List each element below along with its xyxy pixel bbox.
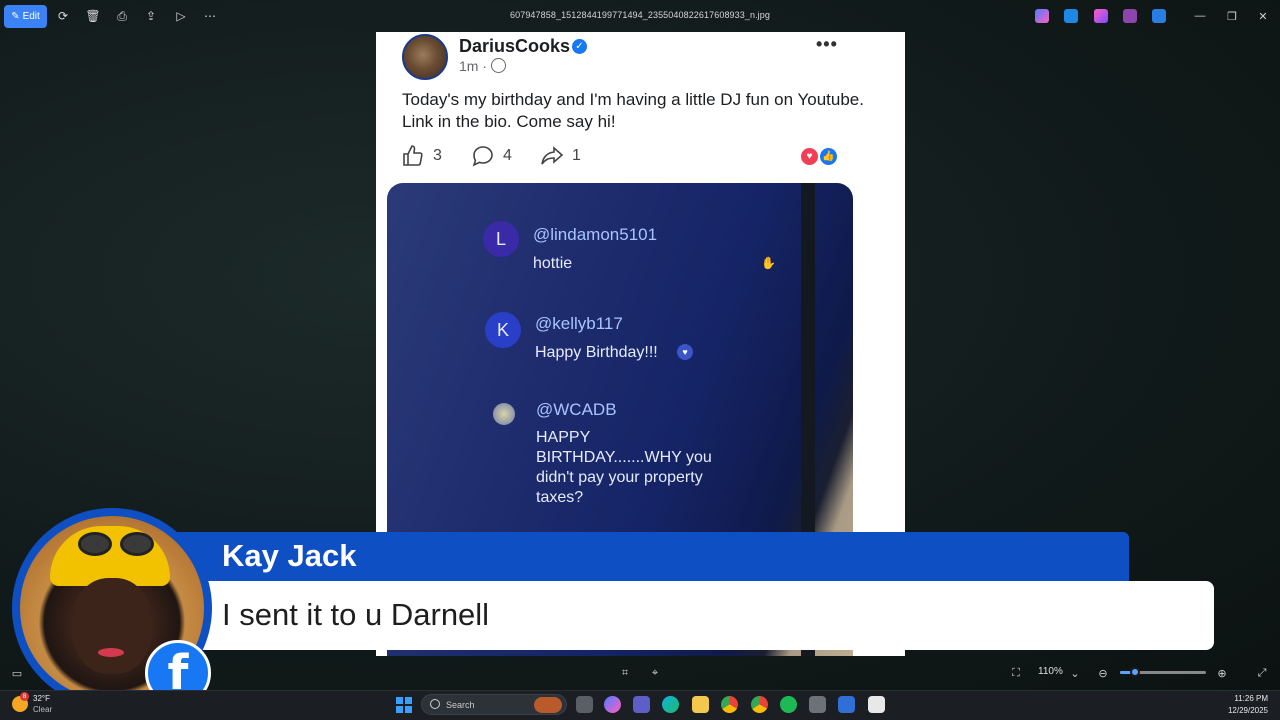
love-reaction-icon: ♥ [800, 147, 819, 166]
post-time: 1m · [459, 58, 487, 74]
like-action: 3 [401, 144, 442, 168]
teams-icon[interactable] [633, 696, 650, 713]
calculator-icon[interactable] [809, 696, 826, 713]
comment-action: 4 [471, 144, 512, 168]
close-icon[interactable]: ✕ [1255, 8, 1271, 24]
copilot-icon[interactable] [1035, 9, 1049, 23]
zoom-level[interactable]: 110% [1038, 666, 1063, 677]
filmstrip-icon[interactable]: ▭ [9, 665, 25, 681]
notepad-icon[interactable] [868, 696, 885, 713]
minimize-icon[interactable]: — [1192, 8, 1208, 24]
chat-user: @WCADB [536, 400, 617, 419]
chat-message: hottie [533, 255, 573, 272]
zoom-in-icon[interactable]: ⊕ [1214, 665, 1230, 681]
task-view-icon[interactable] [576, 696, 593, 713]
search-highlight-icon [534, 697, 562, 713]
search-icon [430, 699, 440, 709]
chat-user: @lindamon5101 [533, 225, 658, 244]
scan-icon[interactable]: ⌗ [617, 665, 633, 681]
chat-message: Happy Birthday!!! [535, 344, 658, 361]
edge-icon[interactable] [662, 696, 679, 713]
designer-icon[interactable] [1064, 9, 1078, 23]
visual-search-icon[interactable]: ⌖ [647, 665, 663, 681]
comment-icon [472, 146, 493, 167]
post-author: DariusCooks [459, 36, 571, 56]
file-name: 607947858_1512844199771494_2355040822617… [510, 10, 770, 20]
photos-icon[interactable] [838, 696, 855, 713]
share-arrow-icon [541, 146, 564, 165]
zoom-slider[interactable] [1120, 667, 1206, 677]
like-count: 3 [433, 147, 442, 164]
post-author-avatar [402, 34, 448, 80]
start-button[interactable] [396, 697, 412, 713]
share-count: 1 [572, 147, 581, 164]
lower-third-message: I sent it to u Darnell [222, 597, 490, 632]
chat-avatar-wcadb [493, 403, 515, 425]
taskbar-search[interactable]: Search [421, 694, 567, 715]
verified-badge-icon: ✓ [572, 39, 587, 54]
weather-badge: 8 [20, 692, 29, 701]
comment-count: 4 [503, 147, 512, 164]
share-action: 1 [540, 144, 581, 168]
weather-temperature[interactable]: 32°F [33, 694, 50, 703]
chrome-profile-icon[interactable] [751, 696, 768, 713]
fullscreen-icon[interactable]: ⤢ [1254, 665, 1270, 681]
goggle-right [120, 532, 154, 556]
copilot-taskbar-icon[interactable] [604, 696, 621, 713]
chat-avatar-k: K [485, 312, 521, 348]
hat [50, 526, 170, 586]
post-text: Today's my birthday and I'm having a lit… [402, 90, 864, 131]
video-editor-icon[interactable] [1123, 9, 1137, 23]
restore-icon[interactable]: ❐ [1224, 8, 1240, 24]
like-reaction-icon: 👍 [819, 147, 838, 166]
chat-avatar-l: L [483, 221, 519, 257]
chat-user: @kellyb117 [535, 314, 623, 333]
spotify-icon[interactable] [780, 696, 797, 713]
top-toolbar: ✎ Edit ⟳ 🗑 ⎙ ⇪ ▷ ⋯ 607947858_15128441997… [0, 0, 1280, 32]
search-placeholder: Search [446, 700, 475, 710]
hand-cursor-icon: ✋ [761, 256, 776, 270]
weather-condition[interactable]: Clear [33, 705, 52, 714]
onedrive-icon[interactable] [1152, 9, 1166, 23]
clock-date[interactable]: 12/29/2025 [1222, 706, 1268, 715]
fit-to-window-icon[interactable]: ⛶ [1008, 665, 1024, 681]
clock-time[interactable]: 11:26 PM [1230, 694, 1268, 703]
goggle-left [78, 532, 112, 556]
chrome-icon[interactable] [721, 696, 738, 713]
lower-third-name: Kay Jack [222, 538, 357, 573]
like-icon [403, 145, 423, 166]
clipchamp-icon[interactable] [1094, 9, 1108, 23]
post-more-icon: ••• [816, 34, 838, 54]
emoji-icon: ♥ [677, 344, 693, 360]
chat-message: HAPPY BIRTHDAY.......WHY you didn't pay … [536, 429, 712, 506]
lips [98, 648, 124, 657]
file-explorer-icon[interactable] [692, 696, 709, 713]
zoom-out-icon[interactable]: ⊖ [1095, 665, 1111, 681]
globe-icon [491, 58, 506, 73]
face [72, 578, 152, 674]
zoom-dropdown-icon[interactable]: ⌄ [1067, 665, 1083, 681]
